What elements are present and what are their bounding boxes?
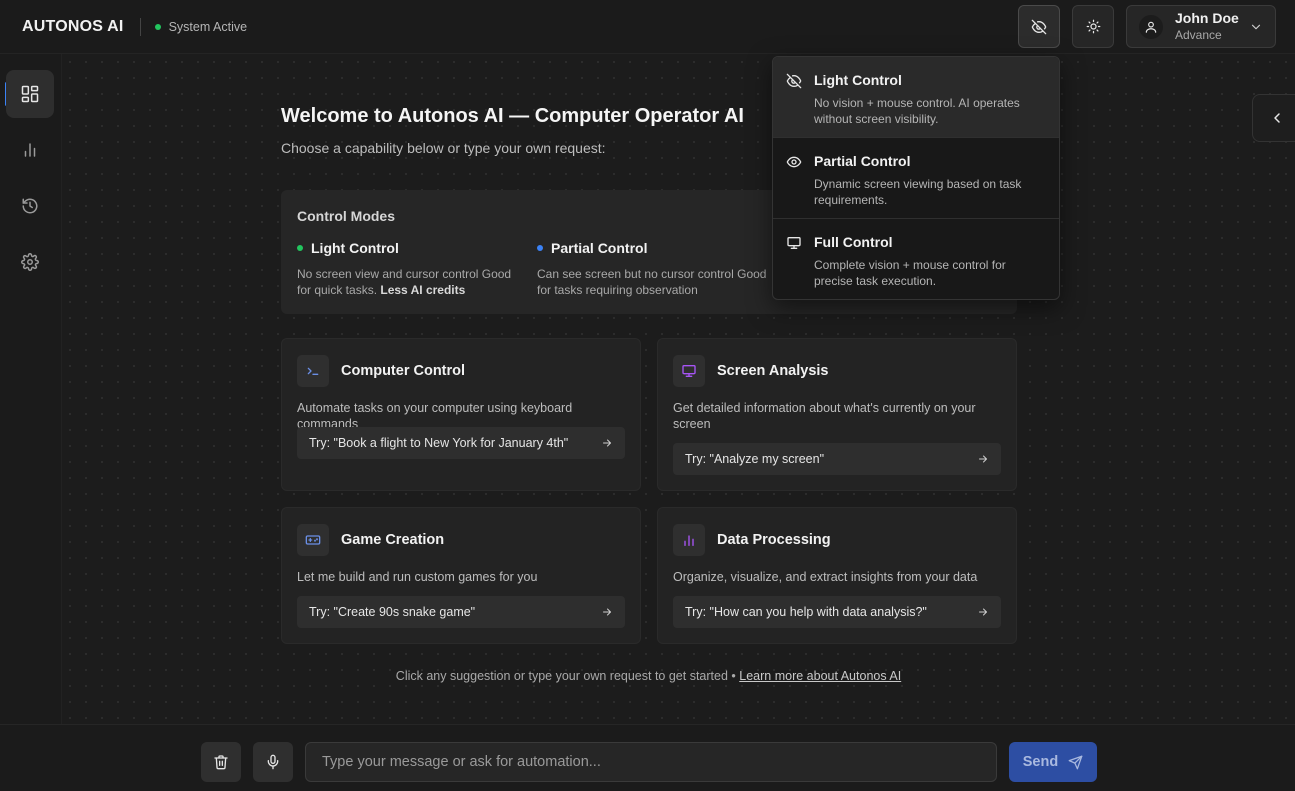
suggestion-button[interactable]: Try: "Create 90s snake game" bbox=[297, 596, 625, 628]
learn-more-link[interactable]: Learn more about Autonos AI bbox=[739, 669, 901, 683]
gear-icon bbox=[21, 253, 39, 271]
user-info: John Doe Advance bbox=[1175, 10, 1239, 43]
suggestion-text: Try: "Analyze my screen" bbox=[685, 452, 825, 466]
dropdown-item-desc: No vision + mouse control. AI operates w… bbox=[814, 96, 1020, 126]
control-mode-dropdown: Light Control No vision + mouse control.… bbox=[772, 56, 1060, 300]
card-description: Let me build and run custom games for yo… bbox=[297, 570, 538, 584]
avatar bbox=[1139, 14, 1163, 39]
eye-off-icon bbox=[1031, 19, 1047, 35]
user-name: John Doe bbox=[1175, 10, 1239, 27]
eye-off-icon bbox=[786, 73, 802, 89]
dropdown-item-desc: Complete vision + mouse control for prec… bbox=[814, 258, 1006, 288]
card-data-processing: Data Processing Organize, visualize, and… bbox=[657, 507, 1017, 644]
trash-icon bbox=[213, 754, 229, 770]
theme-toggle-button[interactable] bbox=[1072, 5, 1114, 48]
system-status: System Active bbox=[154, 19, 248, 34]
terminal-icon bbox=[297, 355, 329, 387]
chevron-down-icon bbox=[1249, 20, 1263, 34]
card-title: Screen Analysis bbox=[717, 363, 829, 379]
mode-dot-blue bbox=[537, 245, 543, 251]
sun-icon bbox=[1086, 19, 1101, 34]
gamepad-icon bbox=[297, 524, 329, 556]
suggestion-text: Try: "Book a flight to New York for Janu… bbox=[309, 436, 569, 450]
card-game-creation: Game Creation Let me build and run custo… bbox=[281, 507, 641, 644]
history-icon bbox=[21, 197, 39, 215]
suggestion-text: Try: "Create 90s snake game" bbox=[309, 605, 476, 619]
send-label: Send bbox=[1022, 754, 1059, 770]
mode-desc-bold: Less AI credits bbox=[380, 283, 466, 297]
mode-dot-green bbox=[297, 245, 303, 251]
suggestion-button[interactable]: Try: "How can you help with data analysi… bbox=[673, 596, 1001, 628]
voice-input-button[interactable] bbox=[253, 742, 293, 782]
suggestion-button[interactable]: Try: "Book a flight to New York for Janu… bbox=[297, 427, 625, 459]
clear-chat-button[interactable] bbox=[201, 742, 241, 782]
page-subtitle: Choose a capability below or type your o… bbox=[281, 140, 606, 156]
dropdown-item-title: Light Control bbox=[814, 72, 902, 88]
mode-label: Light Control bbox=[311, 240, 399, 256]
dropdown-item-desc: Dynamic screen viewing based on task req… bbox=[814, 177, 1022, 207]
sidebar-item-history[interactable] bbox=[6, 182, 54, 230]
dropdown-item-title: Partial Control bbox=[814, 153, 911, 169]
user-role: Advance bbox=[1175, 27, 1222, 42]
suggestion-text: Try: "How can you help with data analysi… bbox=[685, 605, 927, 619]
user-menu-button[interactable]: John Doe Advance bbox=[1126, 5, 1276, 48]
vision-mode-button[interactable] bbox=[1018, 5, 1060, 48]
composer-bar: Send bbox=[0, 724, 1295, 791]
mode-description: Can see screen but no cursor control Goo… bbox=[537, 267, 767, 297]
arrow-right-icon bbox=[601, 606, 613, 618]
microphone-icon bbox=[265, 754, 281, 770]
arrow-right-icon bbox=[977, 606, 989, 618]
bar-chart-icon bbox=[673, 524, 705, 556]
card-computer-control: Computer Control Automate tasks on your … bbox=[281, 338, 641, 491]
dashboard-icon bbox=[20, 84, 40, 104]
dropdown-item-title: Full Control bbox=[814, 234, 893, 250]
sidebar-item-analytics[interactable] bbox=[6, 126, 54, 174]
status-dot bbox=[154, 23, 161, 30]
mode-light: Light Control No screen view and cursor … bbox=[297, 240, 527, 298]
brand-logo: AUTONOS AI bbox=[22, 17, 124, 35]
sidebar bbox=[0, 54, 62, 724]
monitor-icon bbox=[786, 235, 802, 251]
footer-text: Click any suggestion or type your own re… bbox=[395, 669, 736, 683]
footer-note: Click any suggestion or type your own re… bbox=[0, 669, 1295, 683]
mode-description: No screen view and cursor control Good f… bbox=[297, 267, 512, 297]
send-button[interactable]: Send bbox=[1009, 742, 1097, 782]
sidebar-item-settings[interactable] bbox=[6, 238, 54, 286]
header-divider bbox=[139, 17, 141, 36]
mode-label: Partial Control bbox=[551, 240, 648, 256]
arrow-right-icon bbox=[601, 437, 613, 449]
status-text: System Active bbox=[168, 19, 248, 34]
card-title: Computer Control bbox=[341, 363, 466, 379]
bar-chart-icon bbox=[21, 141, 39, 159]
suggestion-button[interactable]: Try: "Analyze my screen" bbox=[673, 443, 1001, 475]
dropdown-item-full-control[interactable]: Full Control Complete vision + mouse con… bbox=[773, 219, 1059, 299]
card-title: Data Processing bbox=[717, 532, 831, 548]
panel-collapse-button[interactable] bbox=[1252, 94, 1295, 142]
dropdown-item-light-control[interactable]: Light Control No vision + mouse control.… bbox=[773, 57, 1059, 138]
card-screen-analysis: Screen Analysis Get detailed information… bbox=[657, 338, 1017, 491]
card-description: Get detailed information about what's cu… bbox=[673, 401, 976, 431]
sidebar-item-dashboard[interactable] bbox=[6, 70, 54, 118]
send-icon bbox=[1058, 755, 1083, 770]
card-title: Game Creation bbox=[341, 532, 445, 548]
message-input[interactable] bbox=[305, 742, 997, 782]
dropdown-item-partial-control[interactable]: Partial Control Dynamic screen viewing b… bbox=[773, 138, 1059, 219]
chevron-left-icon bbox=[1269, 110, 1285, 126]
card-description: Organize, visualize, and extract insight… bbox=[673, 570, 978, 584]
mode-partial: Partial Control Can see screen but no cu… bbox=[537, 240, 767, 298]
monitor-icon bbox=[673, 355, 705, 387]
page-title: Welcome to Autonos AI — Computer Operato… bbox=[281, 105, 744, 127]
control-modes-title: Control Modes bbox=[297, 208, 395, 224]
eye-icon bbox=[786, 154, 802, 170]
arrow-right-icon bbox=[977, 453, 989, 465]
